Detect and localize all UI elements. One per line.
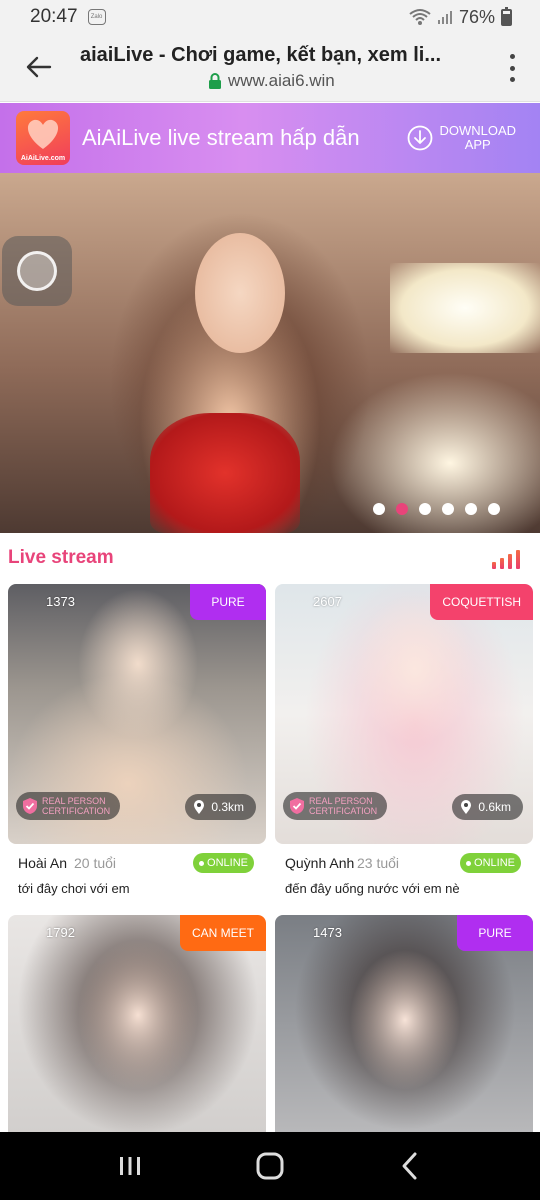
stream-caption: đến đây uống nước với em nè [285,881,460,896]
carousel-dot[interactable] [442,503,454,515]
distance-text: 0.6km [478,800,511,814]
recent-apps-icon[interactable] [110,1146,150,1186]
stream-caption: tới đây chơi với em [18,881,130,896]
back-arrow-icon[interactable] [22,50,56,84]
carousel-dot[interactable] [465,503,477,515]
viewer-count: 1473 [313,925,342,940]
distance-badge: 0.3km [185,794,256,820]
shield-check-icon [290,798,304,814]
app-logo: AiAiLive.com [16,111,70,165]
page-title[interactable]: aiaiLive - Chơi game, kết bạn, xem li... [80,44,480,67]
certification-text: REAL PERSON CERTIFICATION [42,796,111,816]
url-text: www.aiai6.win [228,71,335,90]
stream-thumbnail[interactable]: 1473 PURE [275,915,533,1132]
viewer-count: 1373 [46,594,75,609]
shield-check-icon [23,798,37,814]
zalo-icon: Zalo [87,9,106,25]
streamer-name: Quỳnh Anh [285,855,355,871]
carousel-dot[interactable] [396,503,408,515]
viewer-count: 2607 [313,594,342,609]
stream-card[interactable]: 1792 CAN MEET [8,915,266,1132]
ranking-bars-icon[interactable] [492,549,522,569]
lock-icon [209,73,221,89]
more-options-icon[interactable] [508,54,516,82]
download-icon [408,125,433,151]
carousel-dot[interactable] [488,503,500,515]
floating-assistive-button[interactable] [2,236,72,306]
certification-badge: REAL PERSON CERTIFICATION [283,792,388,820]
banner-text: AiAiLive live stream hấp dẫn [82,125,360,150]
viewer-count: 1792 [46,925,75,940]
back-icon[interactable] [390,1146,430,1186]
online-dot-icon [466,860,472,866]
tag-badge: COQUETTISH [430,584,533,620]
card-info[interactable]: Quỳnh Anh 23 tuổi ONLINE đến đây uống nư… [275,844,533,902]
download-label: DOWNLOAD APP [439,123,516,152]
hero-image-face [195,233,285,353]
home-icon[interactable] [250,1146,290,1186]
tag-badge: PURE [190,584,266,620]
hero-carousel[interactable] [0,173,540,533]
url-display[interactable]: www.aiai6.win [208,71,335,91]
signal-icon [437,11,452,24]
hero-image-lamp [390,263,540,353]
status-time: 20:47 [30,6,78,27]
carousel-dot[interactable] [419,503,431,515]
carousel-dot[interactable] [373,503,385,515]
tag-badge: PURE [457,915,533,951]
streamer-name: Hoài An [18,855,68,871]
wifi-icon [409,9,431,25]
status-indicators: 76% [409,6,512,28]
stream-card[interactable]: 1373 PURE REAL PERSON CERTIFICATION 0.3k… [8,584,266,902]
hero-image-dress [150,413,300,533]
online-dot-icon [199,860,205,866]
app-logo-label: AiAiLive.com [20,155,66,162]
system-navigation-bar [0,1132,540,1200]
tag-badge: CAN MEET [179,915,266,951]
stream-card[interactable]: 2607 COQUETTISH REAL PERSON CERTIFICATIO… [275,584,533,902]
certification-badge: REAL PERSON CERTIFICATION [16,792,121,820]
battery-percentage: 76% [458,6,495,27]
stream-card[interactable]: 1473 PURE [275,915,533,1132]
browser-toolbar: aiaiLive - Chơi game, kết bạn, xem li...… [0,34,540,102]
heart-logo-icon [27,119,59,149]
stream-thumbnail[interactable]: 1373 PURE REAL PERSON CERTIFICATION 0.3k… [8,584,266,844]
streamer-age: 23 tuổi [357,855,400,871]
card-info[interactable]: Hoài An 20 tuổi ONLINE tới đây chơi với … [8,844,266,902]
streamer-age: 20 tuổi [74,855,117,871]
location-pin-icon [461,799,472,814]
stream-thumbnail[interactable]: 1792 CAN MEET [8,915,266,1132]
status-bar: 20:47 Zalo 76% [0,0,540,34]
online-status-badge: ONLINE [460,853,521,873]
distance-text: 0.3km [211,800,244,814]
stream-thumbnail[interactable]: 2607 COQUETTISH REAL PERSON CERTIFICATIO… [275,584,533,844]
section-title-live-stream: Live stream [8,547,114,568]
certification-text: REAL PERSON CERTIFICATION [309,796,378,816]
distance-badge: 0.6km [452,794,523,820]
location-pin-icon [194,799,205,814]
battery-icon [501,6,512,26]
app-download-banner[interactable]: AiAiLive.com AiAiLive live stream hấp dẫ… [0,103,540,173]
carousel-indicator[interactable] [373,503,500,515]
download-app-button[interactable]: DOWNLOAD APP [407,124,516,152]
online-status-badge: ONLINE [193,853,254,873]
